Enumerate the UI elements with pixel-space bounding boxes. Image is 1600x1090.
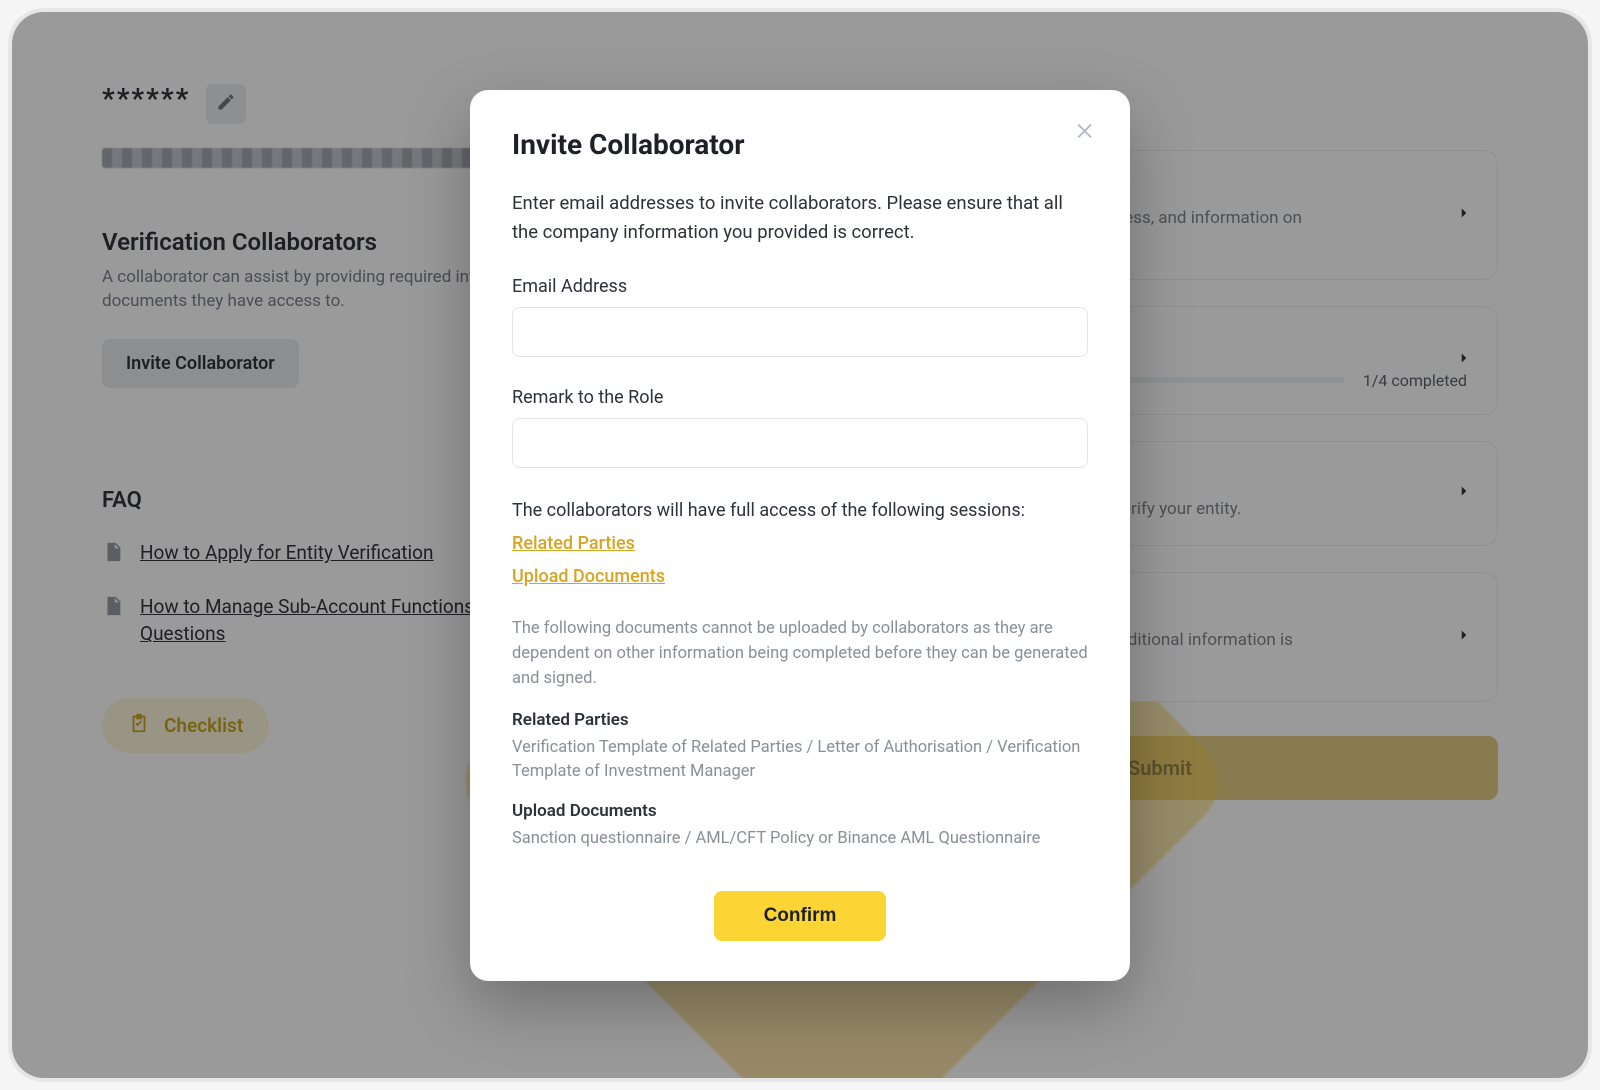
restriction-heading: Related Parties (512, 710, 1088, 730)
modal-close-button[interactable] (1070, 118, 1100, 148)
remark-input[interactable] (512, 418, 1088, 468)
email-input[interactable] (512, 307, 1088, 357)
confirm-label: Confirm (764, 905, 837, 926)
modal-intro-text: Enter email addresses to invite collabor… (512, 189, 1088, 246)
restriction-heading: Upload Documents (512, 801, 1088, 821)
close-icon (1074, 120, 1096, 146)
restriction-line: Sanction questionnaire / AML/CFT Policy … (512, 827, 1088, 851)
access-intro-text: The collaborators will have full access … (512, 500, 1088, 521)
confirm-button[interactable]: Confirm (714, 891, 887, 941)
modal-title: Invite Collaborator (512, 128, 1088, 161)
access-link-related-parties[interactable]: Related Parties (512, 533, 1088, 554)
access-link-upload-documents[interactable]: Upload Documents (512, 566, 1088, 587)
restriction-intro: The following documents cannot be upload… (512, 617, 1088, 691)
restriction-line: Verification Template of Related Parties… (512, 736, 1088, 784)
invite-collaborator-modal: Invite Collaborator Enter email addresse… (470, 90, 1130, 981)
email-label: Email Address (512, 276, 1088, 297)
remark-label: Remark to the Role (512, 387, 1088, 408)
